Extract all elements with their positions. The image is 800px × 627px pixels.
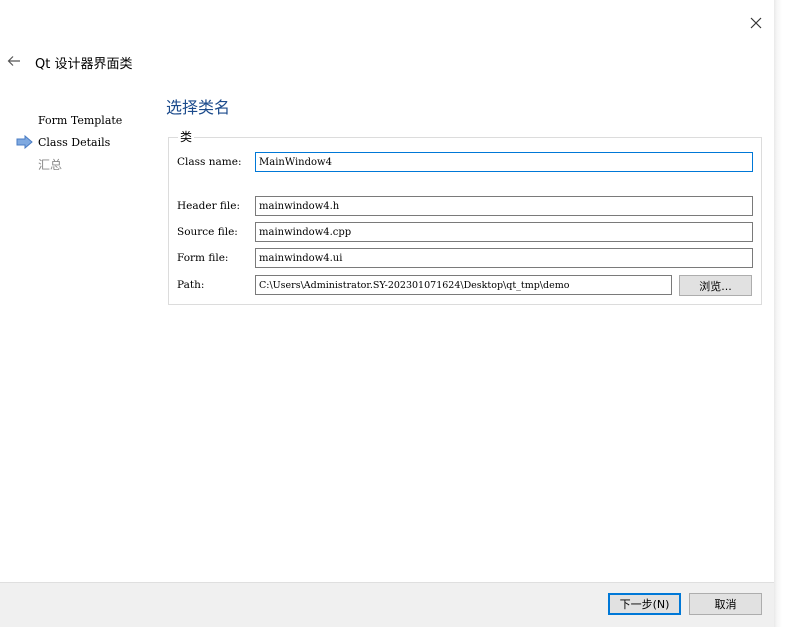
step-summary: 汇总 bbox=[38, 158, 63, 172]
cancel-button[interactable]: 取消 bbox=[689, 593, 762, 615]
path-label: Path: bbox=[177, 279, 205, 291]
path-input[interactable] bbox=[255, 275, 672, 295]
wizard-window: Qt 设计器界面类 Form Template Class Details 汇总… bbox=[0, 0, 774, 627]
browse-button[interactable]: 浏览... bbox=[679, 275, 752, 296]
groupbox-title: 类 bbox=[178, 128, 195, 145]
class-name-label: Class name: bbox=[177, 156, 242, 168]
arrow-left-icon bbox=[7, 56, 20, 66]
window-shadow bbox=[774, 0, 800, 627]
source-file-input[interactable] bbox=[255, 222, 753, 242]
next-button[interactable]: 下一步(N) bbox=[608, 593, 681, 615]
class-name-input[interactable] bbox=[255, 152, 753, 172]
step-class-details: Class Details bbox=[38, 136, 111, 149]
close-button[interactable] bbox=[745, 12, 767, 34]
close-icon bbox=[750, 17, 762, 29]
page-title: 选择类名 bbox=[166, 98, 231, 117]
wizard-title: Qt 设计器界面类 bbox=[35, 57, 133, 72]
arrow-right-icon bbox=[16, 135, 33, 149]
source-file-label: Source file: bbox=[177, 226, 238, 238]
form-file-input[interactable] bbox=[255, 248, 753, 268]
step-form-template: Form Template bbox=[38, 114, 123, 127]
form-file-label: Form file: bbox=[177, 252, 229, 264]
header-file-input[interactable] bbox=[255, 196, 753, 216]
back-button[interactable] bbox=[4, 52, 24, 70]
wizard-footer: 下一步(N) 取消 bbox=[0, 582, 774, 627]
header-file-label: Header file: bbox=[177, 200, 241, 212]
